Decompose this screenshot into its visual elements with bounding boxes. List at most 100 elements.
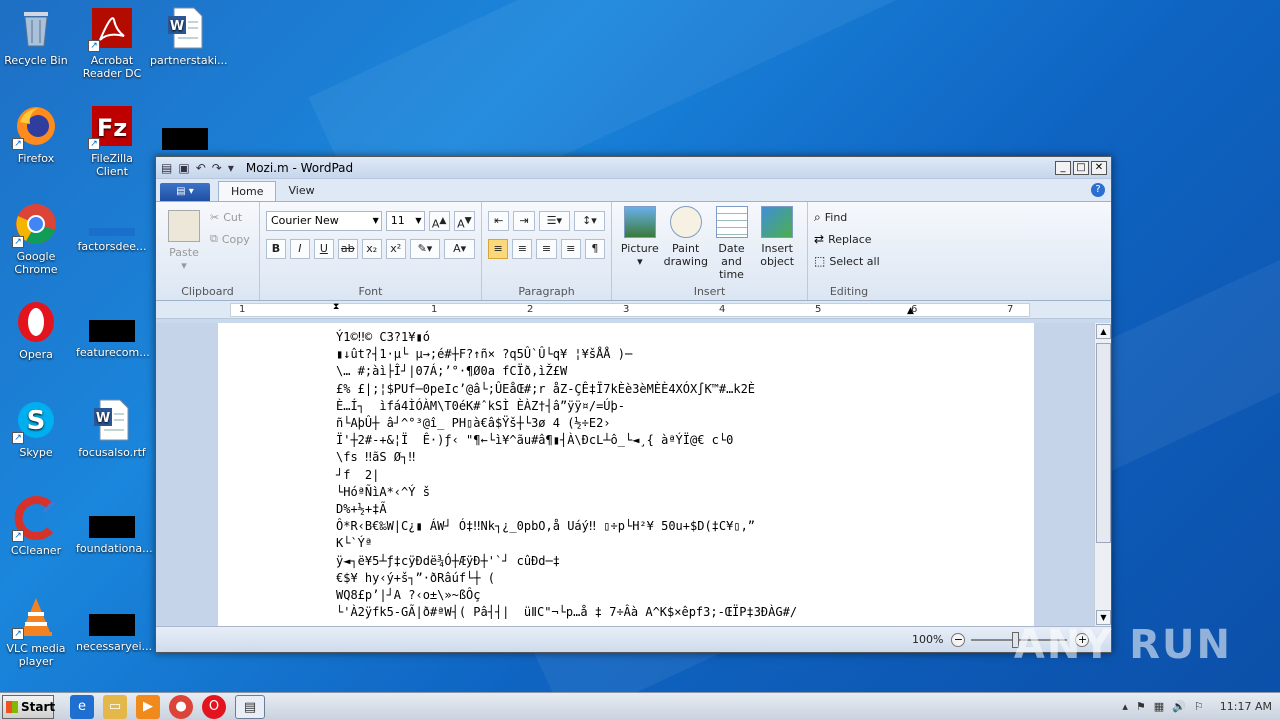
chrome-taskbar-icon[interactable]: ●	[169, 694, 193, 719]
taskbar: Start e ▭ ▶ ● O ▤ ▴ ⚑ ▦ 🔊 ⚐ 11:17 AM	[0, 692, 1280, 720]
grow-font-button[interactable]: A▲	[428, 211, 450, 231]
ruler-number: 5	[815, 304, 822, 315]
tray-expand-icon[interactable]: ▴	[1122, 700, 1128, 713]
status-bar: 100% − +	[156, 626, 1111, 652]
insert-object-button[interactable]: Insert object	[755, 206, 799, 281]
vertical-scrollbar[interactable]: ▲ ▼	[1094, 323, 1111, 627]
copy-button[interactable]: ⧉ Copy	[210, 228, 250, 250]
undo-icon[interactable]: ↶	[196, 161, 206, 175]
justify-button[interactable]: ≡	[560, 239, 581, 259]
align-right-button[interactable]: ≡	[536, 239, 557, 259]
opera-taskbar-icon[interactable]: O	[202, 694, 226, 719]
subscript-button[interactable]: x₂	[361, 239, 382, 259]
select-all-icon: ⬚	[814, 254, 826, 268]
desktop-icon-partnerstaki[interactable]: W partnerstaki...	[150, 6, 228, 67]
wordpad-taskbar-icon[interactable]: ▤	[235, 694, 265, 719]
desktop-icon-vlc[interactable]: ↗ VLC media player	[0, 594, 72, 668]
select-all-button[interactable]: ⬚ Select all	[814, 250, 884, 272]
editing-group-label: Editing	[829, 285, 869, 298]
start-button[interactable]: Start	[2, 694, 55, 719]
desktop-icon-skype[interactable]: S ↗ Skype	[0, 398, 72, 459]
flag-icon[interactable]: ⚐	[1194, 700, 1204, 713]
clock[interactable]: 11:17 AM	[1220, 700, 1272, 713]
document-text[interactable]: Ý1©‼© C3?1¥▮ó ▮↓ût?┤1·µ└ µ→;é#┼F?↑ñ× ?q5…	[336, 329, 797, 621]
file-icon	[89, 228, 135, 236]
scroll-thumb[interactable]	[1096, 343, 1111, 543]
customize-qat-icon[interactable]: ▾	[228, 161, 234, 175]
strikethrough-button[interactable]: ab	[337, 239, 358, 259]
desktop-icon-chrome[interactable]: ↗ Google Chrome	[0, 202, 72, 276]
ie-icon[interactable]: e	[70, 694, 94, 719]
tab-home[interactable]: Home	[218, 181, 277, 201]
underline-button[interactable]: U	[313, 239, 334, 259]
desktop-icon-acrobat[interactable]: ↗ Acrobat Reader DC	[76, 6, 148, 80]
paragraph-settings-button[interactable]: ¶	[584, 239, 606, 259]
network-icon[interactable]: ▦	[1154, 700, 1164, 713]
desktop-icon-firefox[interactable]: ↗ Firefox	[0, 104, 72, 165]
line-spacing-button[interactable]: ↕▾	[573, 211, 605, 231]
insert-picture-button[interactable]: Picture ▾	[618, 206, 662, 281]
scroll-up-icon[interactable]: ▲	[1096, 324, 1111, 339]
application-menu-button[interactable]: ▤ ▾	[160, 183, 210, 201]
bullets-button[interactable]: ☰▾	[538, 211, 570, 231]
desktop-icon-factorsdee[interactable]: factorsdee...	[76, 212, 148, 253]
desktop-icon-necessaryei[interactable]: necessaryei...	[76, 604, 153, 653]
align-center-button[interactable]: ≡	[512, 239, 533, 259]
replace-button[interactable]: ⇄ Replace	[814, 228, 884, 250]
desktop-icon-label: Recycle Bin	[4, 54, 68, 67]
tab-view[interactable]: View	[276, 181, 326, 201]
desktop-icon-featurecom[interactable]: featurecom...	[76, 310, 150, 359]
italic-button[interactable]: I	[289, 239, 310, 259]
desktop-icon-opera[interactable]: Opera	[0, 300, 72, 361]
decrease-indent-button[interactable]: ⇤	[488, 211, 510, 231]
object-icon	[761, 206, 794, 238]
font-family-select[interactable]: Courier New ▼	[266, 211, 382, 231]
desktop-icon-label: featurecom...	[76, 346, 150, 359]
paint-drawing-button[interactable]: Paint drawing	[664, 206, 708, 281]
increase-indent-button[interactable]: ⇥	[513, 211, 535, 231]
zoom-out-button[interactable]: −	[951, 632, 966, 647]
shrink-font-button[interactable]: A▼	[453, 211, 475, 231]
desktop-icon-label: factorsdee...	[77, 240, 147, 253]
font-color-button[interactable]: A▾	[444, 239, 476, 259]
desktop-icon-recycle-bin[interactable]: Recycle Bin	[0, 6, 72, 67]
document-page[interactable]: Ý1©‼© C3?1¥▮ó ▮↓ût?┤1·µ└ µ→;é#┼F?↑ñ× ?q5…	[218, 323, 1034, 627]
minimize-button[interactable]: _	[1055, 160, 1071, 175]
chevron-down-icon: ▼	[415, 216, 422, 225]
desktop-icon-label: necessaryei...	[76, 640, 153, 653]
ruler[interactable]: 1 1 2 3 4 5 6 7 ⧗ ▲	[156, 301, 1111, 319]
wordpad-app-icon: ▤	[161, 160, 173, 175]
cut-button[interactable]: ✂ Cut	[210, 206, 250, 228]
help-icon[interactable]: ?	[1091, 183, 1105, 197]
bold-button[interactable]: B	[266, 239, 286, 259]
desktop-icon-filezilla[interactable]: Fz ↗ FileZilla Client	[76, 104, 148, 178]
redo-icon[interactable]: ↷	[212, 161, 222, 175]
media-player-icon[interactable]: ▶	[136, 694, 160, 719]
action-center-icon[interactable]: ⚑	[1136, 700, 1146, 713]
picture-label: Picture	[620, 242, 659, 255]
close-button[interactable]: ✕	[1091, 160, 1107, 175]
document-area[interactable]: Ý1©‼© C3?1¥▮ó ▮↓ût?┤1·µ└ µ→;é#┼F?↑ñ× ?q5…	[156, 323, 1096, 627]
indent-marker-icon[interactable]: ⧗	[333, 302, 339, 312]
superscript-button[interactable]: x²	[385, 239, 406, 259]
date-time-button[interactable]: Date and time	[710, 206, 754, 281]
font-family-value: Courier New	[271, 214, 339, 227]
maximize-button[interactable]: □	[1073, 160, 1089, 175]
desktop-icon-focusalso[interactable]: W focusalso.rtf	[76, 398, 148, 459]
align-left-button[interactable]: ≡	[488, 239, 509, 259]
replace-icon: ⇄	[814, 232, 825, 246]
desktop-icon-foundationa[interactable]: foundationa...	[76, 506, 153, 555]
highlight-color-button[interactable]: ✎▾	[409, 239, 441, 259]
wordpad-window[interactable]: ▤ ▣ ↶ ↷ ▾ Mozi.m - WordPad _ □ ✕ ▤ ▾ Hom…	[155, 156, 1112, 653]
explorer-icon[interactable]: ▭	[103, 694, 127, 719]
font-size-select[interactable]: 11 ▼	[385, 211, 425, 231]
volume-icon[interactable]: 🔊	[1172, 700, 1186, 713]
save-icon[interactable]: ▣	[178, 161, 189, 175]
title-bar[interactable]: ▤ ▣ ↶ ↷ ▾ Mozi.m - WordPad _ □ ✕	[156, 157, 1111, 179]
right-indent-marker-icon[interactable]: ▲	[907, 306, 914, 316]
paste-button[interactable]: Paste ▾	[162, 210, 206, 272]
shortcut-arrow-icon: ↗	[88, 40, 100, 52]
file-icon	[162, 128, 208, 150]
find-button[interactable]: ⌕ Find	[814, 206, 884, 228]
desktop-icon-ccleaner[interactable]: ↗ CCleaner	[0, 496, 72, 557]
